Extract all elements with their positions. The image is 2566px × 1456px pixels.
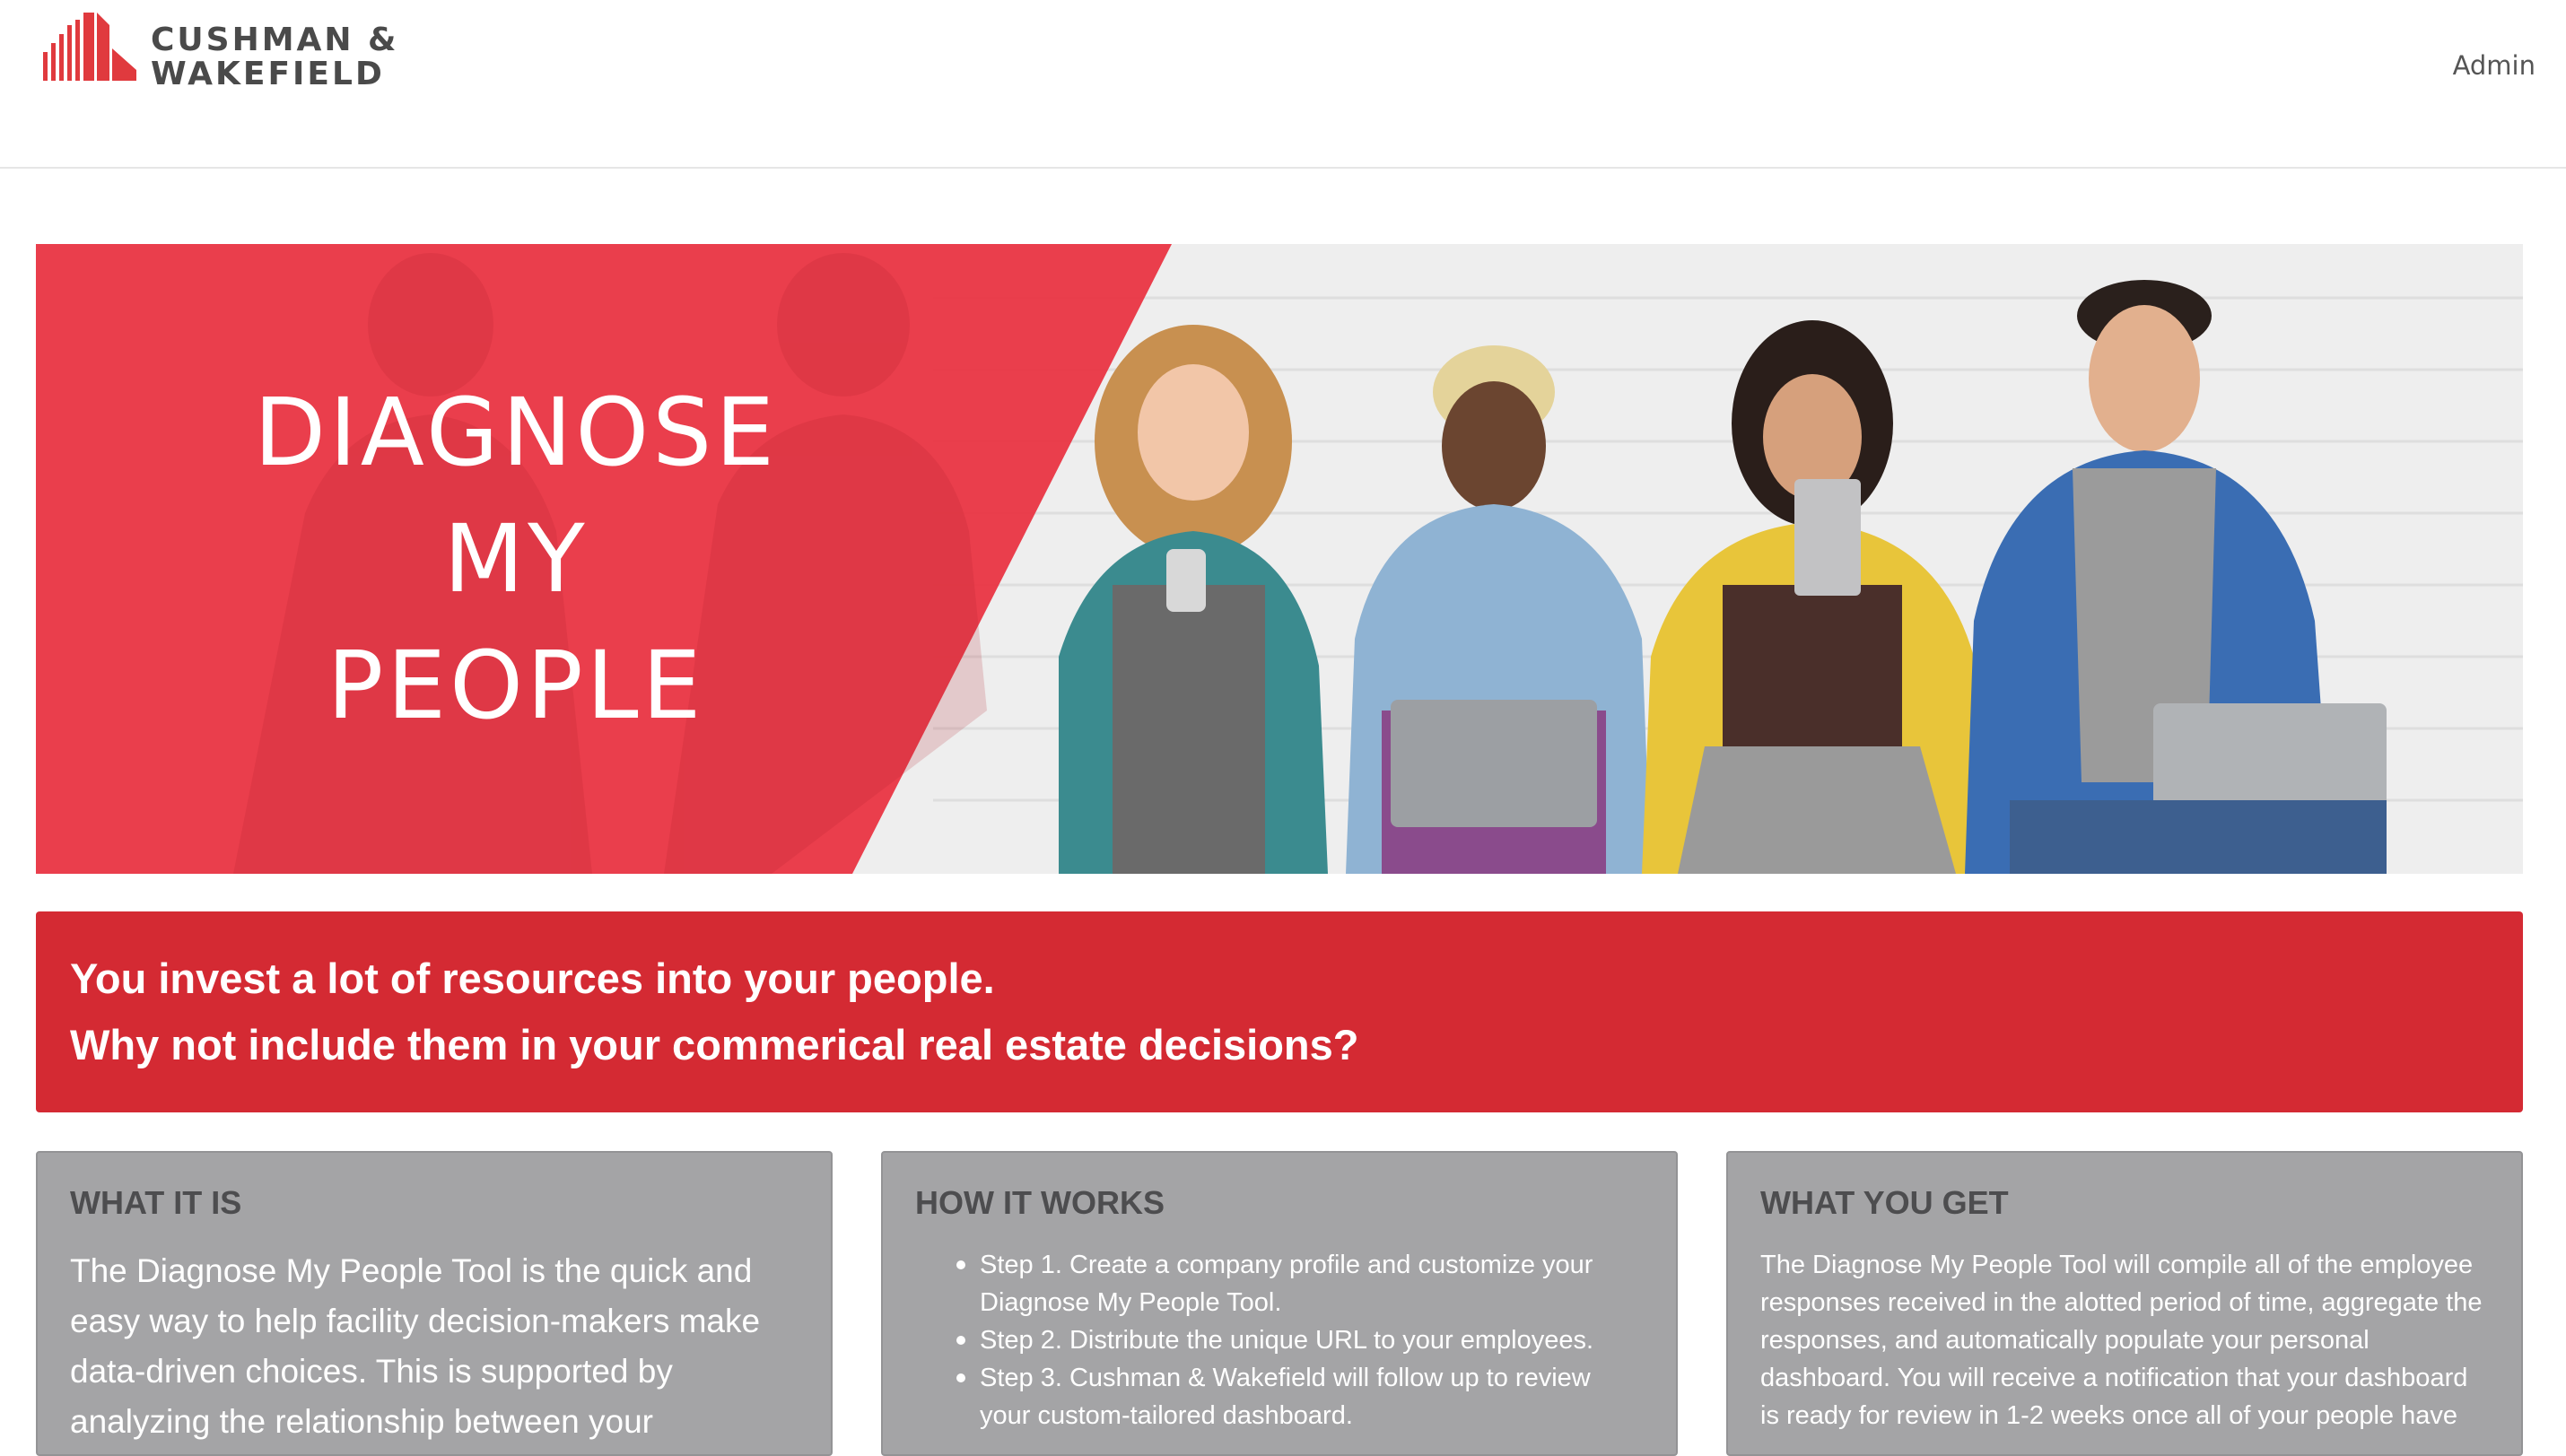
person-1 xyxy=(1059,325,1328,874)
building-logo-icon xyxy=(43,13,136,81)
card-text: The Diagnose My People Tool will compile… xyxy=(1760,1251,2483,1430)
admin-link[interactable]: Admin xyxy=(2453,50,2535,81)
hero-title-line-1: DIAGNOSE xyxy=(253,378,779,487)
site-header: CUSHMAN & WAKEFIELD Admin xyxy=(0,0,2566,169)
step-item: Step 1. Create a company profile and cus… xyxy=(915,1246,1644,1321)
hero-title-line-2: MY xyxy=(443,504,589,614)
brand-logo[interactable]: CUSHMAN & WAKEFIELD xyxy=(43,13,398,92)
brand-line-1: CUSHMAN & xyxy=(151,22,399,58)
card-what-it-is: WHAT IT IS The Diagnose My People Tool i… xyxy=(36,1151,833,1456)
card-title: WHAT IT IS xyxy=(70,1184,242,1221)
hero-title: DIAGNOSE MY PEOPLE xyxy=(36,370,996,749)
brand-wordmark: CUSHMAN & WAKEFIELD xyxy=(151,23,398,92)
tagline-line-1: You invest a lot of resources into your … xyxy=(70,955,995,1002)
card-what-you-get: WHAT YOU GET The Diagnose My People Tool… xyxy=(1726,1151,2523,1456)
step-item: Step 2. Distribute the unique URL to you… xyxy=(915,1321,1644,1359)
tagline-banner: You invest a lot of resources into your … xyxy=(36,911,2523,1112)
card-how-it-works: HOW IT WORKS Step 1. Create a company pr… xyxy=(881,1151,1678,1456)
tagline-line-2: Why not include them in your commerical … xyxy=(70,1021,1359,1068)
brand-line-2: WAKEFIELD xyxy=(151,56,385,92)
card-text: The Diagnose My People Tool is the quick… xyxy=(70,1252,761,1440)
step-item: Step 3. Cushman & Wakefield will follow … xyxy=(915,1359,1644,1434)
card-title: WHAT YOU GET xyxy=(1760,1184,2009,1221)
hero-title-line-3: PEOPLE xyxy=(327,631,705,740)
card-title: HOW IT WORKS xyxy=(915,1184,1165,1221)
hero-banner: DIAGNOSE MY PEOPLE xyxy=(36,244,2523,874)
steps-list: Step 1. Create a company profile and cus… xyxy=(915,1246,1644,1434)
